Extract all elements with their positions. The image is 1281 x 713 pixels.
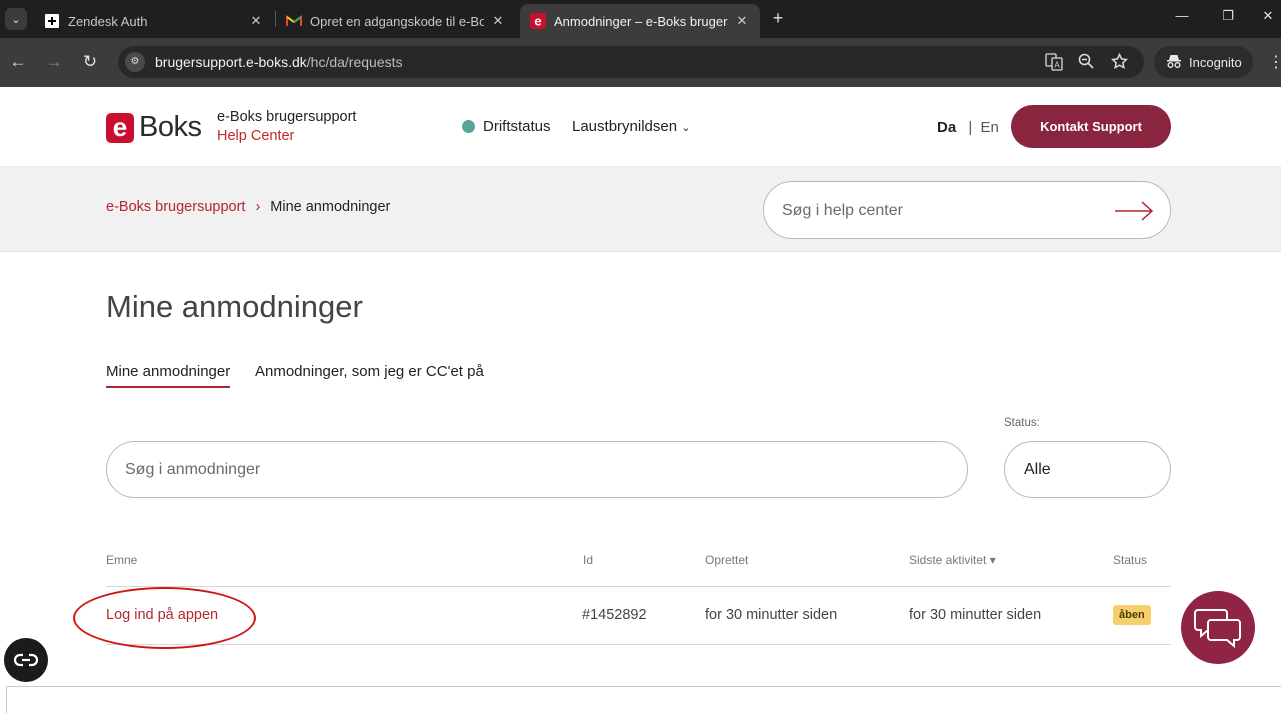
status-dot-icon: [462, 120, 475, 133]
breadcrumb-home[interactable]: e-Boks brugersupport: [106, 199, 245, 215]
chat-widget-button[interactable]: [1181, 591, 1255, 664]
breadcrumb: e-Boks brugersupport › Mine anmodninger: [106, 199, 390, 215]
address-bar[interactable]: ⚙ brugersupport.e-boks.dk/hc/da/requests…: [118, 46, 1144, 78]
gmail-icon: [286, 13, 302, 29]
brand-text[interactable]: e-Boks brugersupport Help Center: [217, 108, 356, 146]
back-arrow-icon[interactable]: ←: [8, 52, 28, 72]
browser-tab-gmail[interactable]: Opret en adgangskode til e-Boks ✕: [276, 4, 516, 38]
tab-cc-requests[interactable]: Anmodninger, som jeg er CC'et på: [255, 363, 484, 380]
language-switcher: Da | En: [937, 119, 999, 136]
status-badge: åben: [1113, 605, 1151, 625]
forward-arrow-icon[interactable]: →: [44, 52, 64, 72]
request-search-input[interactable]: [125, 458, 925, 482]
tab-my-requests[interactable]: Mine anmodninger: [106, 363, 231, 388]
column-header-id: Id: [583, 553, 594, 567]
tab-title: Zendesk Auth: [68, 13, 148, 29]
lang-da[interactable]: Da: [937, 119, 956, 136]
close-icon[interactable]: ✕: [248, 13, 264, 29]
accessibility-toggle-icon: [13, 653, 39, 667]
tab-title: Anmodninger – e-Boks brugersupport: [554, 13, 728, 29]
breadcrumb-separator: ›: [255, 199, 261, 215]
breadcrumb-current: Mine anmodninger: [270, 199, 391, 215]
brand-subtitle: Help Center: [217, 128, 295, 144]
site-header: e Boks e-Boks brugersupport Help Center …: [0, 87, 1281, 166]
chat-bubbles-icon: [1194, 608, 1241, 648]
minimize-icon[interactable]: —: [1172, 8, 1192, 23]
browser-tab-strip: ⌄ Zendesk Auth ✕ Opret en adgangskode ti…: [0, 0, 1281, 38]
column-header-status: Status: [1113, 553, 1148, 567]
new-tab-plus-icon[interactable]: +: [768, 8, 788, 28]
arrow-right-icon[interactable]: [1114, 201, 1154, 221]
url-path: /hc/da/requests: [306, 54, 403, 70]
help-center-search-input[interactable]: [782, 199, 1102, 223]
url-host: brugersupport.e-boks.dk: [155, 54, 307, 70]
page-title: Mine anmodninger: [106, 289, 363, 324]
brand-title: e-Boks brugersupport: [217, 109, 357, 125]
status-filter-select[interactable]: Alle: [1004, 441, 1171, 498]
request-search[interactable]: [106, 441, 968, 498]
eboks-logo[interactable]: e Boks: [106, 111, 202, 144]
chevron-down-icon: ⌄: [681, 122, 691, 134]
user-menu[interactable]: Laustbrynildsen ⌄: [572, 118, 690, 135]
logo-word: Boks: [139, 111, 202, 143]
accessibility-button[interactable]: [4, 638, 48, 682]
site-settings-icon[interactable]: ⚙: [125, 52, 145, 72]
reload-icon[interactable]: ↻: [80, 52, 100, 72]
browser-toolbar: ← → ↻ ⚙ brugersupport.e-boks.dk/hc/da/re…: [0, 38, 1281, 87]
lang-en[interactable]: En: [980, 119, 998, 136]
lang-separator: |: [968, 119, 973, 136]
bookmark-star-icon[interactable]: [1110, 52, 1128, 71]
url-text[interactable]: brugersupport.e-boks.dk/hc/da/requests: [155, 54, 403, 70]
zendesk-plus-icon: [44, 13, 60, 29]
driftstatus-label: Driftstatus: [483, 118, 551, 135]
status-filter-label: Status:: [1004, 417, 1040, 429]
column-header-created: Oprettet: [705, 553, 749, 567]
tab-search-icon[interactable]: ⌄: [5, 8, 27, 30]
close-icon[interactable]: ✕: [734, 13, 750, 29]
restore-icon[interactable]: ❐: [1218, 8, 1238, 24]
close-icon[interactable]: ✕: [490, 13, 506, 29]
incognito-indicator[interactable]: Incognito: [1154, 46, 1253, 78]
content-frame-edge: [6, 686, 1281, 713]
incognito-label: Incognito: [1189, 54, 1242, 70]
svg-text:e: e: [534, 14, 541, 29]
contact-support-button[interactable]: Kontakt Support: [1011, 105, 1171, 148]
request-last-activity: for 30 minutter siden: [909, 607, 1042, 623]
request-subject-link[interactable]: Log ind på appen: [106, 607, 218, 623]
incognito-icon: [1166, 54, 1182, 71]
zoom-icon[interactable]: [1077, 53, 1095, 71]
request-created: for 30 minutter siden: [705, 607, 838, 623]
driftstatus-link[interactable]: Driftstatus: [462, 118, 551, 135]
svg-text:A: A: [1054, 61, 1060, 70]
table-divider: [106, 586, 1171, 587]
tab-title: Opret en adgangskode til e-Boks: [310, 13, 484, 29]
table-divider: [106, 644, 1171, 645]
translate-icon[interactable]: A: [1045, 53, 1063, 71]
logo-mark: e: [106, 112, 134, 143]
window-close-icon[interactable]: ✕: [1258, 8, 1278, 24]
browser-tab-active[interactable]: e Anmodninger – e-Boks brugersupport ✕: [520, 4, 760, 38]
request-id: #1452892: [582, 607, 647, 623]
column-header-subject: Emne: [106, 553, 138, 567]
browser-menu-icon[interactable]: ⋮: [1268, 52, 1281, 72]
breadcrumb-band: e-Boks brugersupport › Mine anmodninger: [0, 166, 1281, 252]
user-name: Laustbrynildsen: [572, 118, 678, 135]
browser-tab-zendesk[interactable]: Zendesk Auth ✕: [34, 4, 274, 38]
eboks-favicon-icon: e: [530, 13, 546, 29]
help-center-search[interactable]: [763, 181, 1171, 239]
column-header-last-activity[interactable]: Sidste aktivitet ▾: [909, 553, 996, 567]
